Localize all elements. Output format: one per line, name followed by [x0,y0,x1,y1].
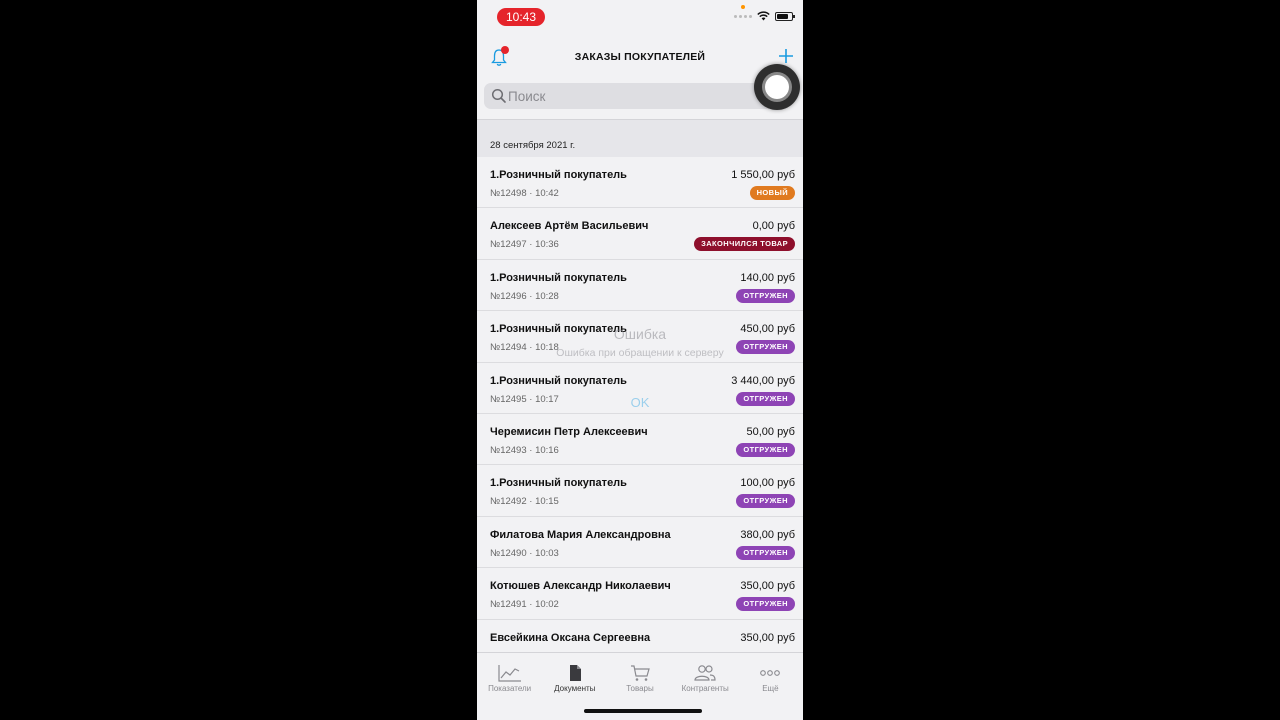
order-amount: 3 440,00 руб [731,374,795,387]
order-time: 10:02 [535,599,559,611]
date-section-header: 28 сентября 2021 г. [477,119,803,157]
order-meta: №12497 · 10:36 [490,239,559,251]
status-badge: ОТГРУЖЕН [736,597,795,612]
order-amount: 100,00 руб [740,477,795,490]
tab-label: Документы [554,684,596,693]
phone-screen: 10:43 ЗАКАЗЫ ПОКУПАТЕЛЕЙ 28 сентября 202… [477,0,803,720]
order-row[interactable]: Филатова Мария Александровна №12490 · 10… [477,517,803,569]
order-customer: 1.Розничный покупатель [490,477,627,490]
document-icon [569,665,581,681]
battery-icon [775,11,795,21]
tab-label: Контрагенты [681,684,729,693]
order-row[interactable]: Котюшев Александр Николаевич №12491 · 10… [477,568,803,620]
tab-more[interactable]: Ещё [738,653,803,720]
status-time: 10:43 [497,8,545,26]
order-amount: 0,00 руб [752,220,795,233]
order-customer: 1.Розничный покупатель [490,169,627,181]
home-indicator [584,709,702,713]
tab-indicators[interactable]: Показатели [477,653,542,720]
tab-label: Ещё [762,684,779,693]
order-meta: №12492 · 10:15 [490,496,559,508]
status-badge: ОТГРУЖЕН [736,288,795,303]
wifi-icon [757,11,770,21]
order-number: №12497 [490,239,527,251]
order-number: №12492 [490,496,527,508]
order-time: 10:36 [535,239,559,251]
order-meta: №12490 · 10:03 [490,547,559,559]
order-amount: 50,00 руб [746,425,795,438]
order-customer: Филатова Мария Александровна [490,528,671,541]
order-time: 10:28 [535,290,559,302]
order-number: №12496 [490,290,527,302]
order-meta: №12493 · 10:16 [490,444,559,456]
order-time: 10:18 [535,342,559,354]
order-time: 10:15 [535,496,559,508]
order-time: 10:03 [535,547,559,559]
order-number: №12491 [490,599,527,611]
chart-icon [497,665,521,682]
order-customer: Черемисин Петр Алексеевич [490,425,648,438]
order-amount: 1 550,00 руб [731,169,795,181]
search-input[interactable] [508,83,748,109]
order-meta: №12494 · 10:18 [490,342,559,354]
status-badge: ОТГРУЖЕН [736,340,795,355]
order-amount: 450,00 руб [740,323,795,336]
cart-icon [631,665,650,681]
people-icon [694,665,716,681]
tab-label: Товары [626,684,654,693]
status-badge: ОТГРУЖЕН [736,545,795,560]
order-amount: 350,00 руб [740,631,795,644]
plus-icon [779,49,793,63]
order-row[interactable]: Алексеев Артём Васильевич №12497 · 10:36… [477,208,803,260]
order-row[interactable]: 1.Розничный покупатель №12498 · 10:42 1 … [477,157,803,209]
order-customer: 1.Розничный покупатель [490,374,627,387]
order-customer: 1.Розничный покупатель [490,271,627,284]
privacy-indicator-icon [741,5,745,9]
search-bar[interactable] [484,83,774,109]
orders-list: 1.Розничный покупатель №12498 · 10:42 1 … [477,157,803,671]
order-number: №12494 [490,342,527,354]
tab-label: Показатели [488,684,532,693]
order-number: №12498 [490,188,527,199]
order-row[interactable]: 1.Розничный покупатель №12494 · 10:18 45… [477,311,803,363]
order-meta: №12498 · 10:42 [490,188,559,199]
order-customer: Евсейкина Оксана Сергеевна [490,631,651,644]
order-time: 10:16 [535,444,559,456]
status-badge: ОТГРУЖЕН [736,494,795,509]
signal-icon [734,14,752,18]
page-title: ЗАКАЗЫ ПОКУПАТЕЛЕЙ [574,51,706,63]
order-meta: №12496 · 10:28 [490,290,559,302]
order-amount: 140,00 руб [740,271,795,284]
order-row[interactable]: Черемисин Петр Алексеевич №12493 · 10:16… [477,414,803,466]
assistive-touch-button[interactable] [754,64,800,110]
status-badge: ЗАКОНЧИЛСЯ ТОВАР [694,237,795,252]
order-time: 10:42 [535,188,559,199]
more-icon [760,670,781,676]
order-customer: 1.Розничный покупатель [490,323,627,336]
order-meta: №12491 · 10:02 [490,599,559,611]
alert-ok-button[interactable]: OK [477,395,803,410]
order-row[interactable]: 1.Розничный покупатель №12492 · 10:15 10… [477,465,803,517]
status-icons [734,11,795,21]
order-number: №12490 [490,547,527,559]
order-row[interactable]: 1.Розничный покупатель №12496 · 10:28 14… [477,260,803,312]
status-badge: ОТГРУЖЕН [736,442,795,457]
order-amount: 380,00 руб [740,528,795,541]
status-badge: НОВЫЙ [749,186,795,200]
order-customer: Алексеев Артём Васильевич [490,220,649,233]
order-amount: 350,00 руб [740,580,795,593]
section-date: 28 сентября 2021 г. [490,140,576,151]
order-customer: Котюшев Александр Николаевич [490,580,671,593]
search-icon [491,88,506,103]
order-number: №12493 [490,444,527,456]
